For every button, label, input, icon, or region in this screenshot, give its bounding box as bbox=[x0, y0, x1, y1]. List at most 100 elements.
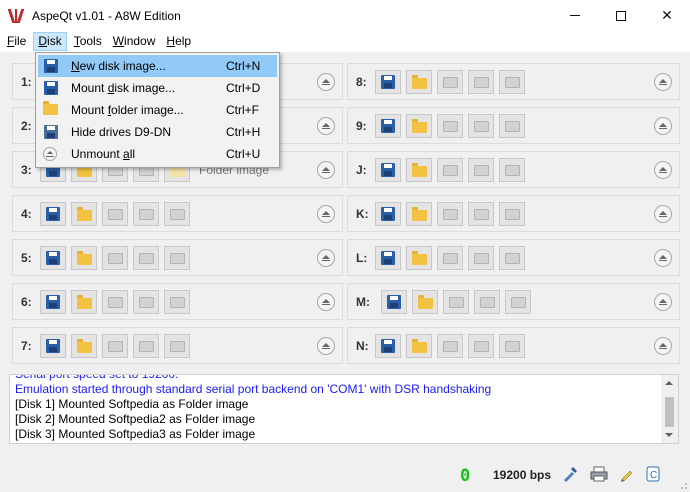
mount-disk-image-button[interactable] bbox=[381, 290, 407, 314]
mount-folder-button[interactable] bbox=[412, 290, 438, 314]
mount-folder-button[interactable] bbox=[406, 158, 432, 182]
mount-disk-image-button[interactable] bbox=[375, 334, 401, 358]
mount-folder-button[interactable] bbox=[406, 334, 432, 358]
edit-icon bbox=[504, 76, 520, 88]
edit-disk-button[interactable] bbox=[499, 158, 525, 182]
scroll-down-icon[interactable] bbox=[665, 433, 673, 437]
eject-icon bbox=[322, 210, 330, 217]
save-disk-button[interactable] bbox=[443, 290, 469, 314]
save-disk-button[interactable] bbox=[102, 202, 128, 226]
disk-menu-item-4[interactable]: Unmount all Ctrl+U bbox=[38, 143, 277, 165]
mount-disk-image-button[interactable] bbox=[375, 114, 401, 138]
save-as-button[interactable] bbox=[468, 334, 494, 358]
edit-disk-button[interactable] bbox=[499, 70, 525, 94]
eject-button[interactable] bbox=[317, 249, 335, 267]
disk-menu-item-1[interactable]: Mount disk image... Ctrl+D bbox=[38, 77, 277, 99]
mount-disk-image-button[interactable] bbox=[375, 70, 401, 94]
save-as-button[interactable] bbox=[133, 290, 159, 314]
menu-disk[interactable]: Disk bbox=[33, 32, 67, 51]
disk-menu-item-0[interactable]: New disk image... Ctrl+N bbox=[38, 55, 277, 77]
log-scrollbar[interactable] bbox=[661, 375, 678, 443]
save-as-button[interactable] bbox=[468, 246, 494, 270]
pen-icon[interactable] bbox=[617, 464, 637, 484]
mount-disk-image-button[interactable] bbox=[375, 246, 401, 270]
edit-disk-button[interactable] bbox=[505, 290, 531, 314]
cassette-icon[interactable]: C bbox=[644, 464, 664, 484]
drive-label: 2: bbox=[21, 119, 32, 133]
printer-icon[interactable] bbox=[589, 464, 609, 484]
mount-folder-button[interactable] bbox=[406, 114, 432, 138]
disk-menu-item-2[interactable]: Mount folder image... Ctrl+F bbox=[38, 99, 277, 121]
eject-button[interactable] bbox=[654, 117, 672, 135]
mount-folder-button[interactable] bbox=[406, 202, 432, 226]
mount-folder-button[interactable] bbox=[406, 70, 432, 94]
edit-disk-button[interactable] bbox=[499, 202, 525, 226]
save-disk-button[interactable] bbox=[102, 290, 128, 314]
mount-disk-image-button[interactable] bbox=[40, 290, 66, 314]
edit-disk-button[interactable] bbox=[499, 114, 525, 138]
save-disk-button[interactable] bbox=[437, 202, 463, 226]
save-disk-button[interactable] bbox=[437, 246, 463, 270]
disk-menu-item-3[interactable]: Hide drives D9-DN Ctrl+H bbox=[38, 121, 277, 143]
folder-icon bbox=[76, 250, 92, 265]
mount-disk-image-button[interactable] bbox=[40, 246, 66, 270]
save-disk-button[interactable] bbox=[102, 334, 128, 358]
maximize-button[interactable] bbox=[598, 0, 644, 31]
resize-grip-icon[interactable] bbox=[678, 480, 688, 490]
edit-disk-button[interactable] bbox=[164, 202, 190, 226]
eject-button[interactable] bbox=[317, 73, 335, 91]
save-as-button[interactable] bbox=[133, 202, 159, 226]
eject-button[interactable] bbox=[654, 161, 672, 179]
mount-folder-button[interactable] bbox=[71, 334, 97, 358]
eject-icon bbox=[659, 254, 667, 261]
eject-button[interactable] bbox=[317, 293, 335, 311]
folder-icon bbox=[76, 294, 92, 309]
menu-window[interactable]: Window bbox=[109, 32, 160, 51]
scroll-up-icon[interactable] bbox=[665, 381, 673, 385]
edit-disk-button[interactable] bbox=[499, 334, 525, 358]
edit-disk-button[interactable] bbox=[164, 246, 190, 270]
eject-button[interactable] bbox=[317, 205, 335, 223]
eject-button[interactable] bbox=[654, 293, 672, 311]
eject-button[interactable] bbox=[317, 161, 335, 179]
save-as-button[interactable] bbox=[133, 334, 159, 358]
eject-button[interactable] bbox=[654, 337, 672, 355]
mount-folder-button[interactable] bbox=[71, 290, 97, 314]
menu-file[interactable]: File bbox=[3, 32, 30, 51]
close-button[interactable]: ✕ bbox=[644, 0, 690, 31]
minimize-button[interactable] bbox=[552, 0, 598, 31]
save-as-button[interactable] bbox=[474, 290, 500, 314]
save-disk-button[interactable] bbox=[437, 158, 463, 182]
edit-icon bbox=[169, 296, 185, 308]
menu-help[interactable]: Help bbox=[162, 32, 195, 51]
mount-disk-image-button[interactable] bbox=[375, 202, 401, 226]
eject-button[interactable] bbox=[654, 205, 672, 223]
mount-folder-button[interactable] bbox=[71, 246, 97, 270]
edit-disk-button[interactable] bbox=[164, 334, 190, 358]
save-disk-button[interactable] bbox=[437, 70, 463, 94]
eject-button[interactable] bbox=[654, 73, 672, 91]
save-disk-button[interactable] bbox=[437, 114, 463, 138]
eject-button[interactable] bbox=[317, 117, 335, 135]
save-as-button[interactable] bbox=[468, 158, 494, 182]
mount-folder-button[interactable] bbox=[406, 246, 432, 270]
save-as-button[interactable] bbox=[468, 114, 494, 138]
svg-text:C: C bbox=[650, 470, 657, 481]
mount-folder-button[interactable] bbox=[71, 202, 97, 226]
save-as-button[interactable] bbox=[468, 70, 494, 94]
log-panel[interactable]: Serial port speed set to 19200. Emulation… bbox=[9, 374, 679, 444]
mount-disk-image-button[interactable] bbox=[375, 158, 401, 182]
save-as-button[interactable] bbox=[468, 202, 494, 226]
scroll-thumb[interactable] bbox=[665, 397, 674, 427]
mount-disk-image-button[interactable] bbox=[40, 334, 66, 358]
menu-tools[interactable]: Tools bbox=[70, 32, 106, 51]
save-disk-button[interactable] bbox=[437, 334, 463, 358]
edit-disk-button[interactable] bbox=[164, 290, 190, 314]
eject-button[interactable] bbox=[317, 337, 335, 355]
eject-button[interactable] bbox=[654, 249, 672, 267]
mount-disk-image-button[interactable] bbox=[40, 202, 66, 226]
connection-icon[interactable] bbox=[560, 464, 580, 484]
save-disk-button[interactable] bbox=[102, 246, 128, 270]
save-as-button[interactable] bbox=[133, 246, 159, 270]
edit-disk-button[interactable] bbox=[499, 246, 525, 270]
